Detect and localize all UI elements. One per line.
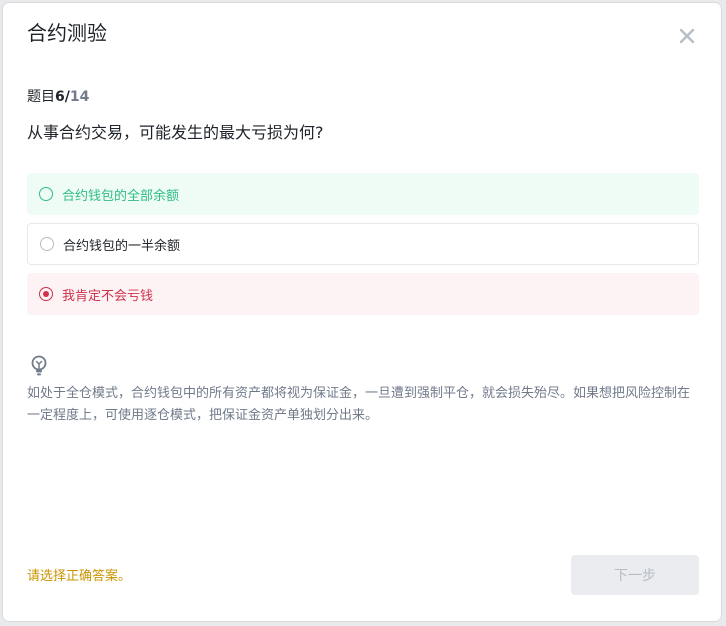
close-icon[interactable]	[676, 25, 698, 47]
lightbulb-icon	[31, 355, 47, 376]
radio-icon[interactable]	[40, 237, 54, 251]
question-text: 从事合约交易，可能发生的最大亏损为何?	[27, 123, 324, 142]
next-button[interactable]: 下一步	[571, 555, 699, 595]
option-correct[interactable]: 合约钱包的全部余额	[27, 173, 699, 215]
counter-current: 6	[55, 89, 65, 105]
option-normal[interactable]: 合约钱包的一半余额	[27, 223, 699, 265]
hint-text: 请选择正确答案。	[27, 569, 132, 584]
explanation-text: 如处于全仓模式，合约钱包中的所有资产都将视为保证金，一旦遭到强制平仓，就会损失殆…	[27, 386, 691, 423]
counter-label: 题目	[27, 89, 55, 105]
quiz-dialog: 合约测验 题目6/14 从事合约交易，可能发生的最大亏损为何? 合约钱包的全部余…	[3, 3, 721, 621]
dialog-title: 合约测验	[27, 21, 107, 45]
question-counter: 题目6/14	[27, 87, 89, 107]
option-label: 我肯定不会亏钱	[62, 288, 154, 304]
option-label: 合约钱包的全部余额	[62, 188, 180, 204]
radio-icon[interactable]	[39, 187, 53, 201]
option-label: 合约钱包的一半余额	[63, 238, 181, 254]
counter-total: 14	[69, 89, 90, 105]
radio-selected-icon[interactable]	[39, 287, 53, 301]
option-selected-wrong[interactable]: 我肯定不会亏钱	[27, 273, 699, 315]
